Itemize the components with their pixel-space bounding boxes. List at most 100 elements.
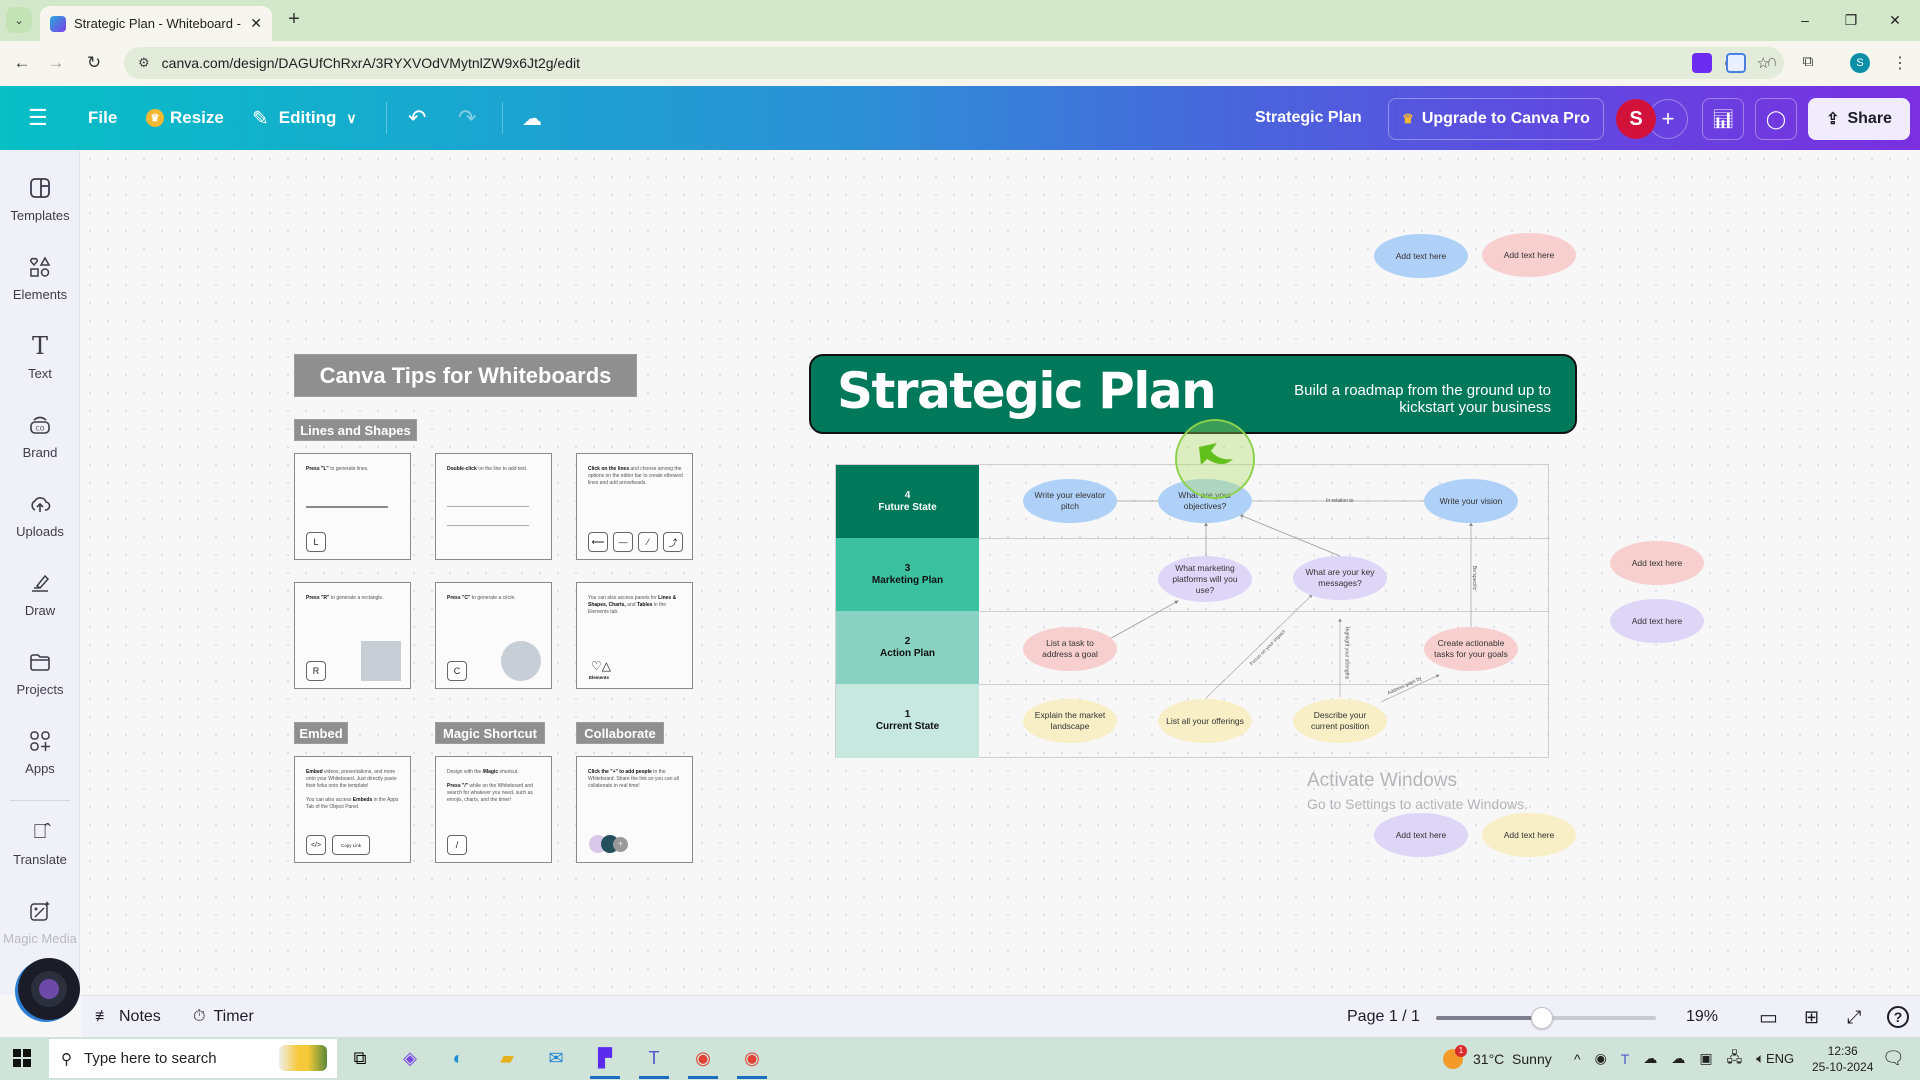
row-label-marketing-plan[interactable]: 3 Marketing Plan bbox=[836, 538, 979, 611]
file-explorer-icon[interactable]: ▰ bbox=[492, 1043, 522, 1073]
sidebar-item-translate[interactable]: 文̂ Translate bbox=[0, 818, 80, 890]
sticky-ellipse[interactable]: Add text here bbox=[1482, 813, 1576, 857]
timer-button[interactable]: ⏱ Timer bbox=[193, 996, 254, 1038]
language-indicator[interactable]: ENG bbox=[1766, 1037, 1794, 1080]
strategic-plan-board[interactable]: 4 Future State 3 Marketing Plan 2 Action… bbox=[835, 464, 1550, 758]
tip-card-embed[interactable]: Embed videos, presentations, and more on… bbox=[294, 756, 411, 863]
sidebar-item-draw[interactable]: Draw bbox=[0, 569, 80, 641]
page-view-icon[interactable]: ▭ bbox=[1759, 996, 1778, 1038]
network-icon[interactable]: 🖧 bbox=[1727, 1047, 1743, 1071]
chrome-profile-a-icon[interactable]: ◉ bbox=[688, 1043, 718, 1079]
edge-browser-icon[interactable]: ◐ bbox=[443, 1043, 473, 1073]
teams-tray-icon[interactable]: T bbox=[1621, 1051, 1630, 1067]
show-hidden-icons-icon[interactable]: ^ bbox=[1574, 1051, 1581, 1067]
record-video-button[interactable] bbox=[18, 958, 80, 1020]
site-settings-icon[interactable]: ⚙ bbox=[138, 55, 150, 71]
clock[interactable]: 12:36 25-10-2024 bbox=[1812, 1037, 1873, 1080]
close-window-button[interactable]: ✕ bbox=[1872, 8, 1918, 32]
file-menu[interactable]: File bbox=[88, 86, 117, 150]
tip-card-double-click[interactable]: Double-click on the line to add text. bbox=[435, 453, 552, 560]
row-label-future-state[interactable]: 4 Future State bbox=[836, 465, 979, 538]
resize-button[interactable]: ♛ Resize bbox=[146, 86, 224, 150]
section-title-magic-shortcut[interactable]: Magic Shortcut bbox=[435, 722, 545, 744]
close-tab-icon[interactable]: ✕ bbox=[250, 15, 262, 32]
node-offerings[interactable]: List all your offerings bbox=[1158, 699, 1252, 743]
back-button[interactable]: ← bbox=[10, 51, 34, 75]
teams-icon[interactable]: T bbox=[639, 1043, 669, 1079]
tip-card-click-lines[interactable]: Click on the lines and choose among the … bbox=[576, 453, 693, 560]
chrome-profile-s-icon[interactable]: ◉ bbox=[737, 1043, 767, 1079]
notes-button[interactable]: ≢ Notes bbox=[95, 996, 161, 1038]
volume-icon[interactable]: 🔈︎ bbox=[1756, 1050, 1764, 1067]
reload-button[interactable]: ↻ bbox=[82, 51, 106, 75]
copilot-icon[interactable]: ◈ bbox=[395, 1043, 425, 1073]
sticky-ellipse[interactable]: Add text here bbox=[1374, 234, 1468, 278]
sticky-ellipse[interactable]: Add text here bbox=[1610, 599, 1704, 643]
grid-view-icon[interactable]: ⊞ bbox=[1804, 996, 1819, 1038]
record-indicator-icon[interactable]: ◉ bbox=[1595, 1050, 1607, 1067]
tips-title[interactable]: Canva Tips for Whiteboards bbox=[294, 354, 637, 397]
row-label-action-plan[interactable]: 2 Action Plan bbox=[836, 611, 979, 684]
zoom-slider-handle[interactable] bbox=[1530, 1007, 1553, 1029]
undo-icon[interactable]: ↶ bbox=[408, 86, 426, 150]
tip-card-press-r[interactable]: Press "R" to generate a rectangle. R bbox=[294, 582, 411, 689]
node-actionable-tasks[interactable]: Create actionable tasks for your goals bbox=[1424, 627, 1518, 671]
zoom-percent[interactable]: 19% bbox=[1686, 996, 1718, 1038]
taskbar-search-input[interactable]: ⚲ Type here to search bbox=[49, 1039, 337, 1078]
onedrive-off-icon[interactable]: ☁ bbox=[1643, 1050, 1657, 1067]
minimize-button[interactable]: – bbox=[1782, 8, 1828, 32]
share-button[interactable]: ⇪ Share bbox=[1808, 98, 1910, 140]
document-title[interactable]: Strategic Plan bbox=[1255, 86, 1362, 150]
onedrive-icon[interactable]: ☁ bbox=[1671, 1050, 1685, 1067]
new-tab-button[interactable]: + bbox=[282, 8, 306, 32]
tip-card-press-c[interactable]: Press "C" to generate a circle. C bbox=[435, 582, 552, 689]
fullscreen-icon[interactable]: ⤢ bbox=[1847, 996, 1861, 1038]
extension-translate-icon[interactable] bbox=[1726, 53, 1746, 73]
page-indicator[interactable]: Page 1 / 1 bbox=[1347, 996, 1420, 1038]
editing-mode-dropdown[interactable]: ✎ Editing ∨ bbox=[252, 86, 357, 150]
main-menu-icon[interactable]: ☰ bbox=[28, 86, 48, 150]
browser-tab-active[interactable]: Strategic Plan - Whiteboard - C ✕ bbox=[40, 6, 272, 41]
tip-card-collaborate[interactable]: Click the "+" to add people to the White… bbox=[576, 756, 693, 863]
redo-icon[interactable]: ↷ bbox=[458, 86, 476, 150]
row-label-current-state[interactable]: 1 Current State bbox=[836, 684, 979, 758]
node-vision[interactable]: Write your vision bbox=[1424, 479, 1518, 523]
extension-arc-icon[interactable]: ∩ bbox=[1762, 53, 1782, 73]
node-marketing-platforms[interactable]: What marketing platforms will you use? bbox=[1158, 556, 1252, 602]
task-view-icon[interactable]: ⧉ bbox=[345, 1043, 375, 1073]
notifications-icon[interactable]: 🗨︎ bbox=[1882, 1037, 1905, 1080]
help-button[interactable]: ? bbox=[1887, 996, 1909, 1038]
windows-start-icon[interactable] bbox=[12, 1048, 32, 1068]
sidebar-item-apps[interactable]: Apps bbox=[0, 727, 80, 799]
weather-widget[interactable]: 1 31°C Sunny bbox=[1443, 1037, 1552, 1080]
sticky-ellipse[interactable]: Add text here bbox=[1610, 541, 1704, 585]
section-title-collaborate[interactable]: Collaborate bbox=[576, 722, 664, 744]
sidebar-item-projects[interactable]: Projects bbox=[0, 648, 80, 720]
tab-search-button[interactable]: ⌄ bbox=[6, 7, 32, 33]
sidebar-item-elements[interactable]: Elements bbox=[0, 253, 80, 325]
cloud-saved-icon[interactable]: ☁ bbox=[522, 86, 542, 150]
node-market-landscape[interactable]: Explain the market landscape bbox=[1023, 699, 1117, 743]
sticky-ellipse[interactable]: Add text here bbox=[1374, 813, 1468, 857]
profile-avatar[interactable]: S bbox=[1850, 53, 1870, 73]
sidebar-item-brand[interactable]: CO Brand bbox=[0, 411, 80, 483]
section-title-lines-shapes[interactable]: Lines and Shapes bbox=[294, 419, 417, 441]
sidebar-item-uploads[interactable]: Uploads bbox=[0, 490, 80, 562]
mail-icon[interactable]: ✉ bbox=[541, 1043, 571, 1073]
upgrade-button[interactable]: ♛ Upgrade to Canva Pro bbox=[1388, 98, 1604, 140]
node-elevator-pitch[interactable]: Write your elevator pitch bbox=[1023, 479, 1117, 523]
sidebar-item-text[interactable]: T Text bbox=[0, 332, 80, 404]
whiteboard-canvas[interactable]: Canva Tips for Whiteboards Lines and Sha… bbox=[81, 150, 1920, 995]
node-current-position[interactable]: Describe your current position bbox=[1293, 699, 1387, 743]
tip-card-magic[interactable]: Design with the /Magic shortcut. Press "/… bbox=[435, 756, 552, 863]
sidebar-item-templates[interactable]: Templates bbox=[0, 174, 80, 246]
camera-icon[interactable]: ▣ bbox=[1699, 1050, 1712, 1067]
address-bar[interactable]: ⚙ canva.com/design/DAGUfChRxrA/3RYXVOdVM… bbox=[124, 47, 1784, 79]
node-list-task[interactable]: List a task to address a goal bbox=[1023, 627, 1117, 671]
node-key-messages[interactable]: What are your key messages? bbox=[1293, 556, 1387, 600]
tip-card-panels[interactable]: You can also access panels for Lines & S… bbox=[576, 582, 693, 689]
restore-button[interactable]: ❐ bbox=[1828, 8, 1874, 32]
user-avatar[interactable]: S bbox=[1616, 99, 1656, 139]
more-menu-icon[interactable]: ⋮ bbox=[1890, 53, 1910, 73]
forward-button[interactable]: → bbox=[44, 51, 68, 75]
